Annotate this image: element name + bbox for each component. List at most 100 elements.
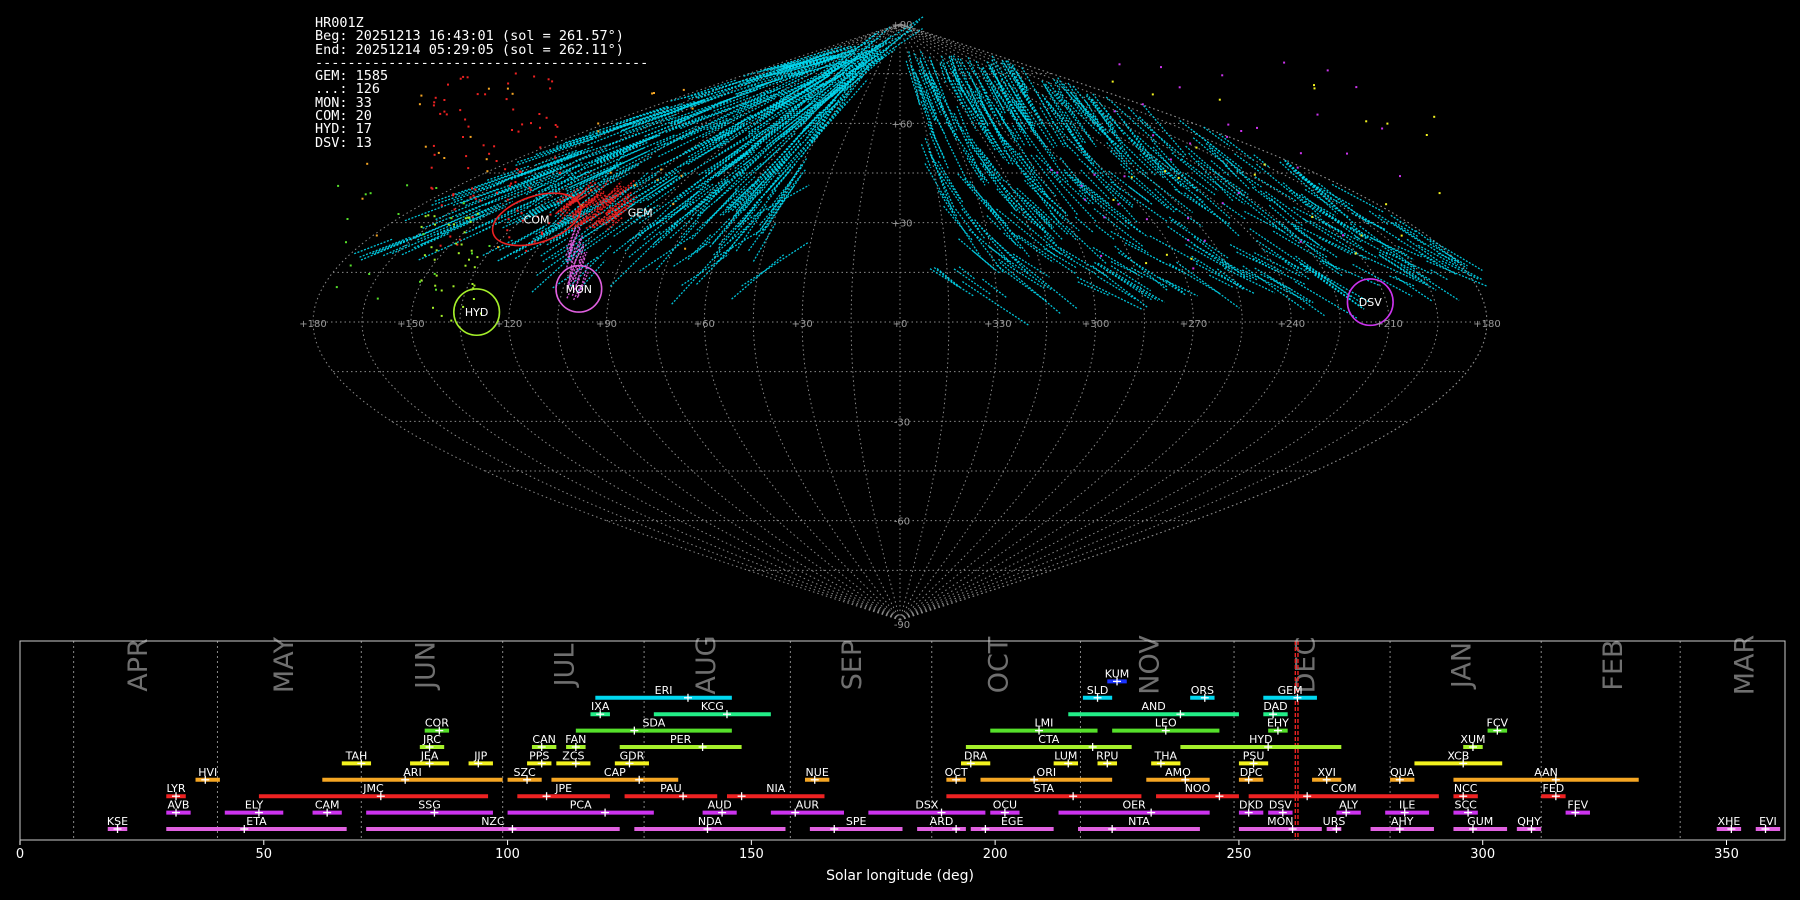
shower-label-gum: GUM bbox=[1467, 815, 1493, 828]
month-label: APR bbox=[123, 638, 154, 692]
shower-label-pps: PPS bbox=[529, 749, 549, 762]
shower-label-pca: PCA bbox=[570, 799, 592, 812]
shower-label-tha: THA bbox=[1154, 749, 1178, 762]
x-axis: 0 50 100 150 200 250 300 350 bbox=[16, 840, 1739, 862]
shower-label-fed: FED bbox=[1543, 782, 1565, 795]
month-label: FEB bbox=[1598, 639, 1629, 690]
shower-label-urs: URS bbox=[1323, 815, 1346, 828]
x-tick-label: 300 bbox=[1470, 847, 1495, 862]
month-label: MAY bbox=[269, 636, 300, 693]
shower-label-tah: TAH bbox=[345, 749, 368, 762]
shower-label-psu: PSU bbox=[1243, 749, 1265, 762]
shower-label-nda: NDA bbox=[698, 815, 723, 828]
shower-label-nia: NIA bbox=[766, 782, 785, 795]
shower-label-avb: AVB bbox=[168, 799, 190, 812]
x-tick-label: 200 bbox=[983, 847, 1008, 862]
x-tick-label: 0 bbox=[16, 847, 24, 862]
shower-label-jmc: JMC bbox=[362, 782, 384, 795]
shower-label-dsv: DSV bbox=[1269, 799, 1292, 812]
shower-label-ege: EGE bbox=[1001, 815, 1023, 828]
shower-label-ely: ELY bbox=[245, 799, 264, 812]
shower-label-hvi: HVI bbox=[198, 766, 217, 779]
shower-label-qhy: QHY bbox=[1517, 815, 1541, 828]
shower-label-sda: SDA bbox=[642, 717, 665, 730]
shower-label-aud: AUD bbox=[708, 799, 732, 812]
shower-label-fcv: FCV bbox=[1487, 717, 1509, 730]
shower-label-lmi: LMI bbox=[1034, 717, 1053, 730]
shower-label-xum: XUM bbox=[1460, 733, 1485, 746]
shower-label-pau: PAU bbox=[660, 782, 682, 795]
shower-label-xhe: XHE bbox=[1718, 815, 1741, 828]
shower-label-zcs: ZCS bbox=[562, 749, 584, 762]
shower-label-rpu: RPU bbox=[1096, 749, 1118, 762]
shower-label-sta: STA bbox=[1034, 782, 1055, 795]
shower-label-eta: ETA bbox=[246, 815, 267, 828]
x-tick-label: 50 bbox=[256, 847, 273, 862]
month-label: JUN bbox=[411, 641, 442, 691]
shower-label-ard: ARD bbox=[930, 815, 954, 828]
shower-label-per: PER bbox=[670, 733, 692, 746]
x-tick-label: 150 bbox=[739, 847, 764, 862]
month-label: OCT bbox=[984, 636, 1015, 693]
shower-label-qua: QUA bbox=[1390, 766, 1415, 779]
month-label: SEP bbox=[837, 640, 868, 690]
shower-label-dra: DRA bbox=[964, 749, 988, 762]
shower-label-ixa: IXA bbox=[591, 700, 610, 713]
shower-label-cta: CTA bbox=[1038, 733, 1060, 746]
shower-label-ile: ILE bbox=[1399, 799, 1415, 812]
shower-label-xvi: XVI bbox=[1318, 766, 1336, 779]
shower-label-and: AND bbox=[1141, 700, 1165, 713]
shower-label-scc: SCC bbox=[1454, 799, 1477, 812]
month-label: JUL bbox=[550, 644, 581, 689]
shower-label-cam: CAM bbox=[315, 799, 340, 812]
x-tick-label: 250 bbox=[1227, 847, 1252, 862]
shower-label-mon: MON bbox=[1267, 815, 1293, 828]
shower-label-nue: NUE bbox=[806, 766, 829, 779]
shower-label-lum: LUM bbox=[1054, 749, 1077, 762]
shower-label-cor: COR bbox=[425, 717, 449, 730]
shower-label-ors: ORS bbox=[1191, 684, 1214, 697]
shower-label-hyd: HYD bbox=[1249, 733, 1272, 746]
shower-label-cap: CAP bbox=[604, 766, 626, 779]
shower-label-lyr: LYR bbox=[167, 782, 186, 795]
shower-label-gdr: GDR bbox=[620, 749, 645, 762]
shower-label-fan: FAN bbox=[565, 733, 586, 746]
shower-label-szc: SZC bbox=[514, 766, 537, 779]
shower-label-noo: NOO bbox=[1185, 782, 1211, 795]
shower-label-oct: OCT bbox=[945, 766, 968, 779]
shower-label-jea: JEA bbox=[420, 749, 439, 762]
shower-label-kum: KUM bbox=[1105, 667, 1129, 680]
month-label: AUG bbox=[691, 635, 722, 694]
shower-label-kse: KSE bbox=[107, 815, 128, 828]
shower-label-ehy: EHY bbox=[1267, 717, 1289, 730]
shower-label-dsx: DSX bbox=[915, 799, 938, 812]
shower-label-amo: AMO bbox=[1165, 766, 1191, 779]
shower-label-aur: AUR bbox=[796, 799, 820, 812]
shower-label-ssg: SSG bbox=[418, 799, 441, 812]
shower-label-nzc: NZC bbox=[481, 815, 505, 828]
month-label: JAN bbox=[1447, 642, 1478, 690]
x-tick-label: 350 bbox=[1714, 847, 1739, 862]
shower-label-dkd: DKD bbox=[1239, 799, 1263, 812]
shower-label-dad: DAD bbox=[1263, 700, 1287, 713]
shower-label-ncc: NCC bbox=[1454, 782, 1478, 795]
shower-label-ari: ARI bbox=[403, 766, 421, 779]
shower-label-jrc: JRC bbox=[422, 733, 441, 746]
shower-timeline-chart: APR MAY JUN JUL AUG SEP OCT NOV DEC JAN FEB MAR KUM… bbox=[16, 635, 1786, 862]
shower-label-eri: ERI bbox=[655, 684, 673, 697]
shower-label-sld: SLD bbox=[1087, 684, 1109, 697]
shower-label-gem: GEM bbox=[1278, 684, 1303, 697]
shower-label-leo: LEO bbox=[1155, 717, 1177, 730]
shower-label-aly: ALY bbox=[1339, 799, 1358, 812]
shower-label-ori: ORI bbox=[1037, 766, 1057, 779]
shower-label-kcg: KCG bbox=[701, 700, 724, 713]
month-label: MAR bbox=[1729, 635, 1760, 696]
shower-label-oer: OER bbox=[1122, 799, 1146, 812]
x-axis-label: Solar longitude (deg) bbox=[826, 868, 974, 884]
shower-label-nta: NTA bbox=[1128, 815, 1150, 828]
shower-label-com: COM bbox=[1331, 782, 1357, 795]
shower-label-jip: JIP bbox=[473, 749, 487, 762]
shower-label-xcb: XCB bbox=[1447, 749, 1469, 762]
shower-label-jpe: JPE bbox=[554, 782, 572, 795]
x-tick-label: 100 bbox=[495, 847, 520, 862]
